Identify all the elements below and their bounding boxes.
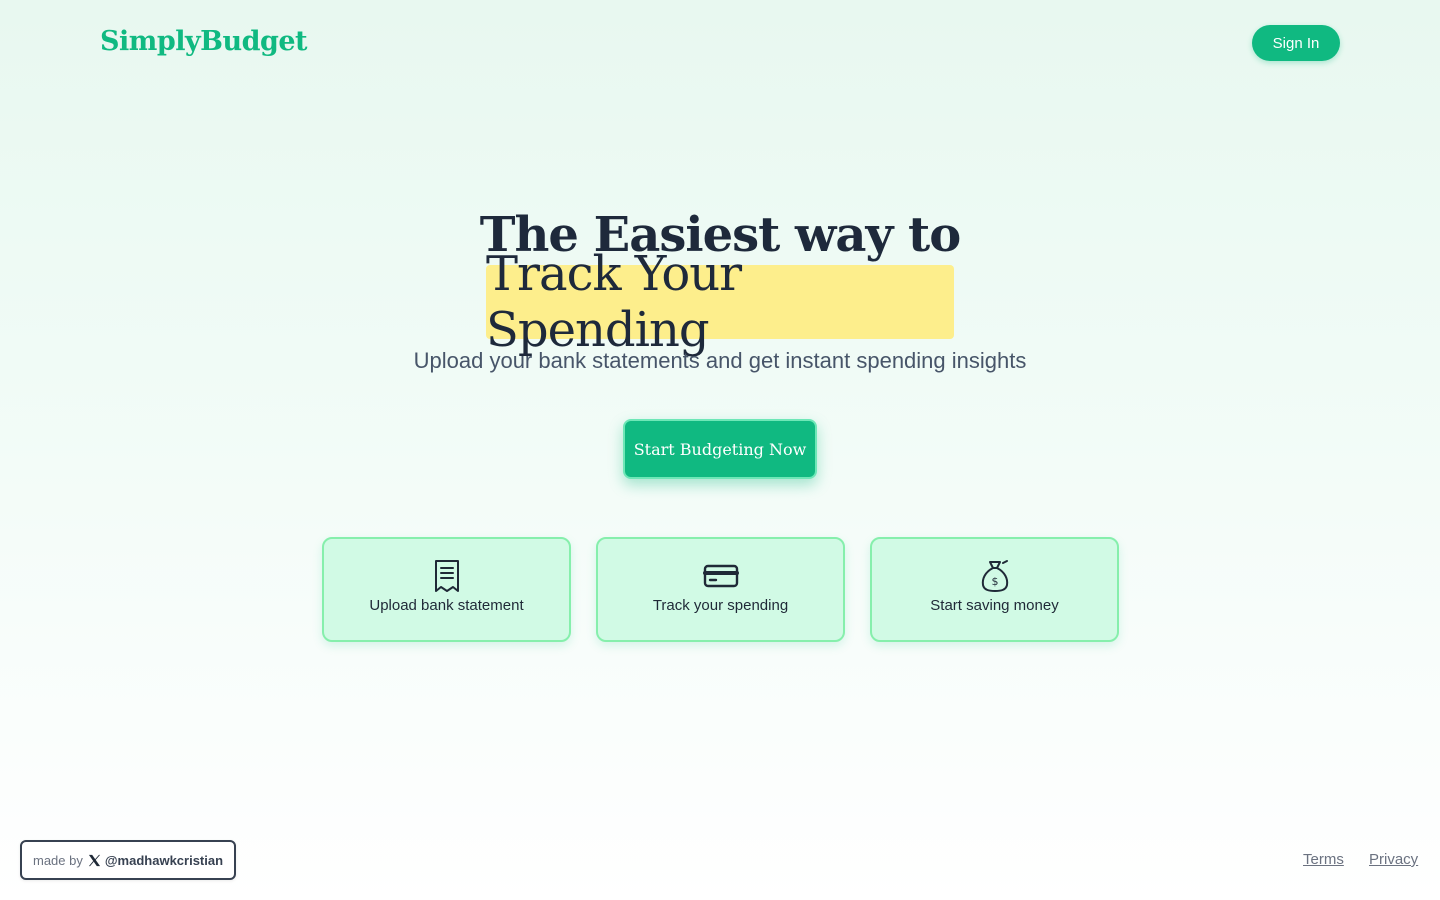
- made-by-badge[interactable]: made by @madhawkcristian: [20, 840, 236, 880]
- money-bag-icon: $: [979, 559, 1011, 593]
- hero-highlight: Track Your Spending: [486, 246, 954, 358]
- document-icon: [433, 559, 461, 593]
- x-logo-icon: [88, 854, 101, 867]
- privacy-link[interactable]: Privacy: [1369, 851, 1418, 868]
- svg-text:$: $: [991, 575, 998, 588]
- feature-card-track[interactable]: Track your spending: [596, 537, 845, 642]
- sign-in-button[interactable]: Sign In: [1252, 25, 1340, 61]
- made-by-prefix: made by: [33, 852, 83, 868]
- header: SimplyBudget Sign In: [0, 0, 1440, 86]
- feature-label: Track your spending: [652, 597, 789, 614]
- feature-label: Upload bank statement: [369, 597, 524, 614]
- start-budgeting-button[interactable]: Start Budgeting Now: [623, 419, 817, 479]
- terms-link[interactable]: Terms: [1303, 851, 1344, 868]
- credit-card-icon: [702, 559, 739, 593]
- author-handle: @madhawkcristian: [104, 852, 224, 868]
- hero-subtitle: Upload your bank statements and get inst…: [413, 348, 1027, 373]
- feature-card-save[interactable]: $ Start saving money: [870, 537, 1119, 642]
- feature-card-upload[interactable]: Upload bank statement: [322, 537, 571, 642]
- logo[interactable]: SimplyBudget: [100, 26, 308, 57]
- feature-label: Start saving money: [930, 597, 1059, 614]
